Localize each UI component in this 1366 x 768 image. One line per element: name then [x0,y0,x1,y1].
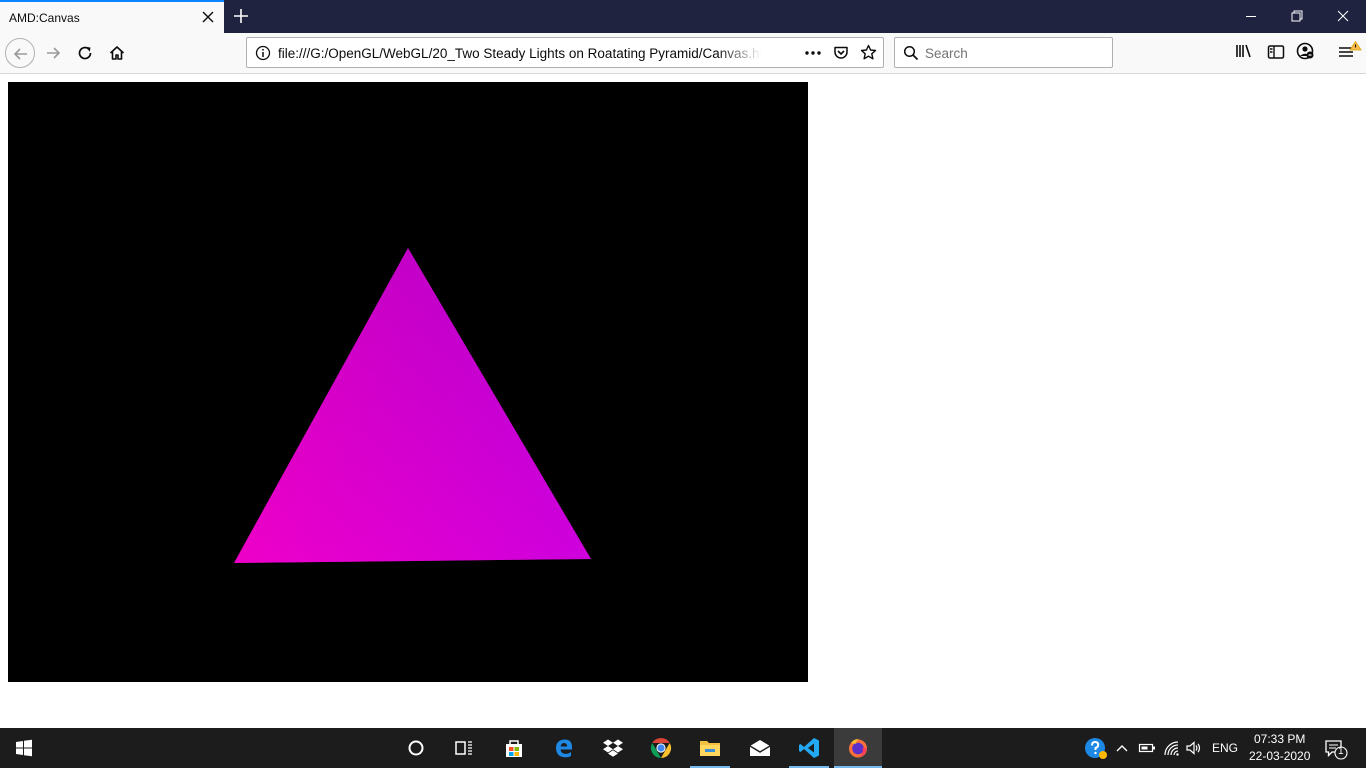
task-view-icon[interactable] [440,728,488,768]
library-icon[interactable] [1233,41,1257,65]
page-actions-icon[interactable] [804,45,822,66]
battery-icon[interactable] [1138,740,1156,761]
cortana-icon[interactable] [392,728,440,768]
vscode-icon[interactable] [785,728,833,768]
mail-icon[interactable] [736,728,784,768]
account-icon[interactable] [1295,41,1319,65]
store-icon[interactable] [490,728,538,768]
firefox-icon[interactable] [834,728,882,768]
back-icon[interactable] [5,38,35,68]
new-tab-icon[interactable] [229,5,253,27]
chrome-icon[interactable] [637,728,685,768]
close-window-icon[interactable] [1320,0,1366,33]
forward-icon[interactable] [38,38,68,68]
reload-icon[interactable] [70,38,100,68]
address-bar[interactable]: file:///G:/OpenGL/WebGL/20_Two Steady Li… [246,37,884,68]
search-bar[interactable]: Search [894,37,1113,68]
browser-tab[interactable]: AMD:Canvas [0,0,224,33]
language-indicator[interactable]: ENG [1212,741,1238,755]
action-center-icon[interactable]: 1 [1324,738,1348,765]
home-icon[interactable] [102,38,132,68]
url-text[interactable]: file:///G:/OpenGL/WebGL/20_Two Steady Li… [278,46,768,61]
clock-date[interactable]: 22-03-2020 [1249,749,1310,763]
dropbox-icon[interactable] [589,728,637,768]
navigation-bar: file:///G:/OpenGL/WebGL/20_Two Steady Li… [0,33,1366,74]
wifi-icon[interactable] [1162,739,1180,762]
restore-icon[interactable] [1274,0,1320,33]
search-icon [903,45,919,66]
menu-icon[interactable] [1336,40,1362,65]
clock-time[interactable]: 07:33 PM [1254,732,1305,746]
url-fade [717,40,773,65]
minimize-icon[interactable] [1228,0,1274,33]
info-icon[interactable] [255,45,271,66]
bookmark-star-icon[interactable] [860,44,877,66]
pocket-icon[interactable] [833,45,849,66]
edge-icon[interactable] [540,728,588,768]
search-placeholder: Search [925,46,968,61]
help-icon[interactable] [1084,736,1108,765]
volume-icon[interactable] [1185,739,1203,762]
canvas-drawing [234,248,591,563]
start-icon[interactable] [0,728,48,768]
show-hidden-icons-icon[interactable] [1114,740,1130,761]
file-explorer-icon[interactable] [686,728,734,768]
taskbar: ENG 07:33 PM 22-03-2020 1 [0,728,1366,768]
close-tab-icon[interactable] [200,9,216,25]
tab-strip: AMD:Canvas [0,0,1366,33]
pyramid-face-shading [234,248,591,563]
tab-title: AMD:Canvas [9,11,80,25]
sidebar-icon[interactable] [1264,41,1288,65]
webgl-canvas[interactable] [8,82,808,682]
notification-count: 1 [1338,746,1344,757]
